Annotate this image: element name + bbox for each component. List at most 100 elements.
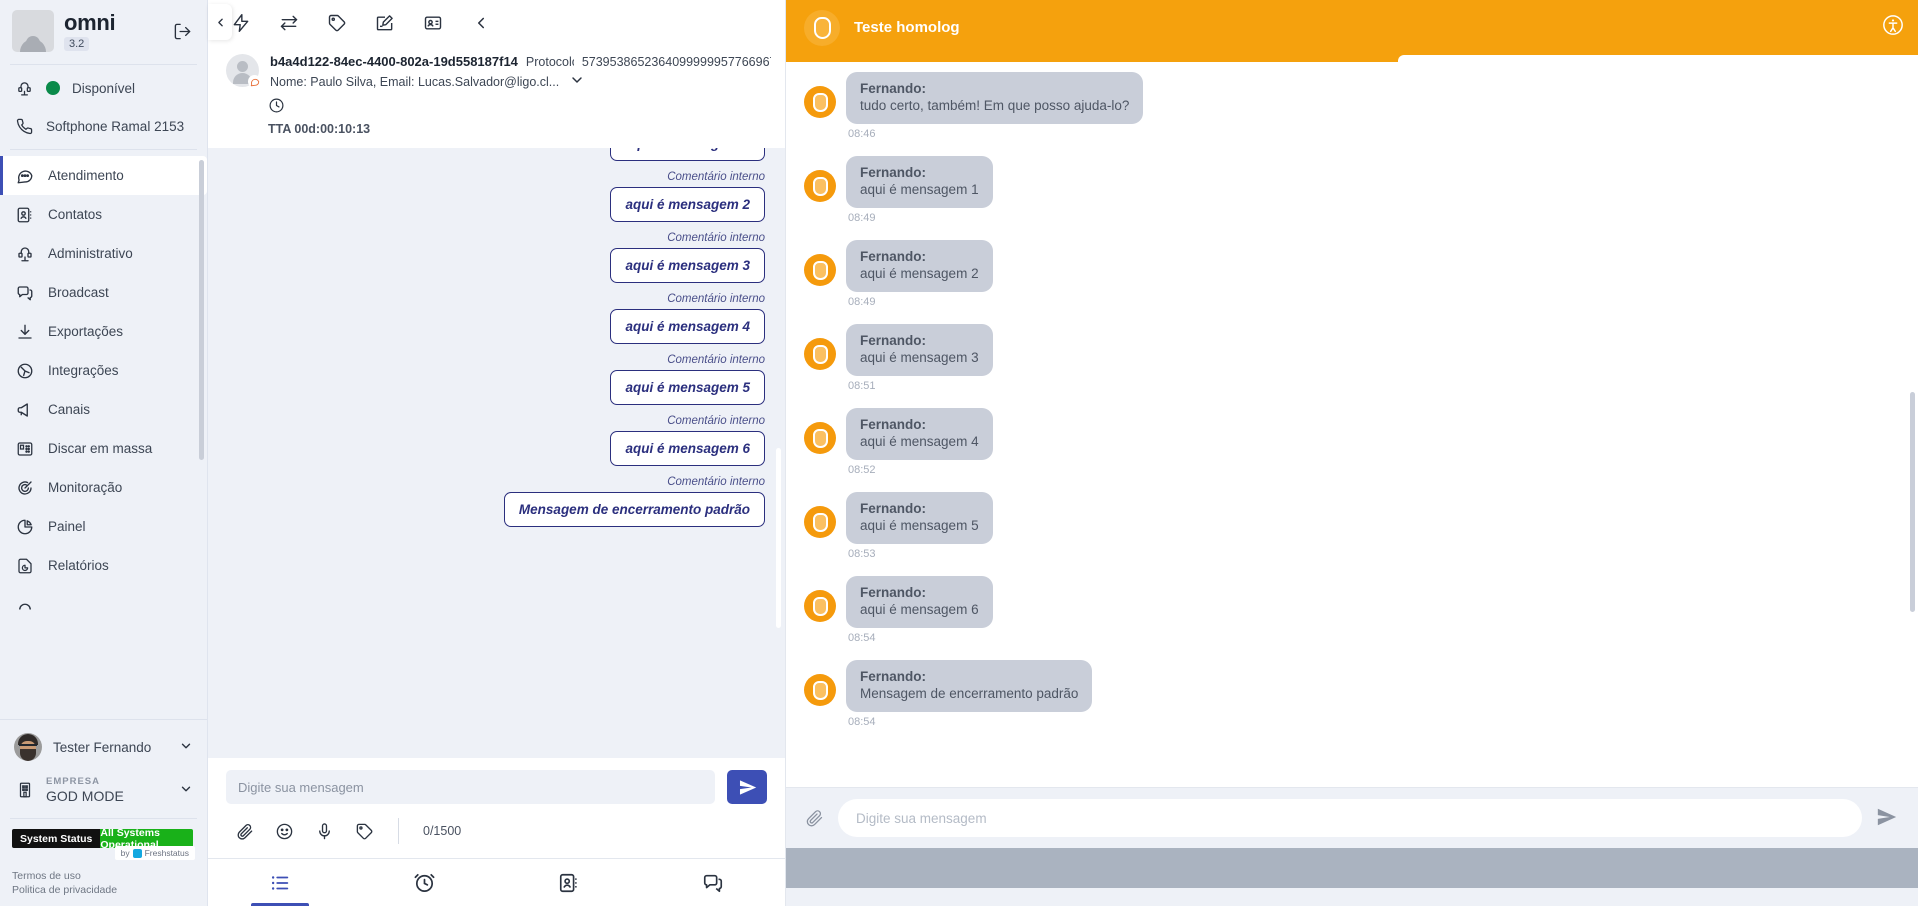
- widget-timestamp: 08:54: [848, 632, 876, 644]
- widget-text: aqui é mensagem 2: [860, 266, 979, 281]
- company-text: EMPRESA GOD MODE: [46, 776, 168, 804]
- tag-icon[interactable]: [326, 12, 348, 34]
- widget-message-col: Fernando: aqui é mensagem 5 08:53: [846, 492, 993, 570]
- widget-message: Fernando: aqui é mensagem 1 08:49: [804, 156, 1918, 234]
- system-status-wrap: System Status All Systems Operational by…: [0, 823, 207, 860]
- widget-avatar: [804, 170, 836, 202]
- widget-avatar: [804, 590, 836, 622]
- message-label: Comentário interno: [667, 171, 765, 183]
- message-item: Comentário interno aqui é mensagem 5: [228, 344, 765, 405]
- widget-timestamp: 08:52: [848, 464, 876, 476]
- widget-message: Fernando: aqui é mensagem 4 08:52: [804, 408, 1918, 486]
- terms-link[interactable]: Termos de uso: [12, 870, 195, 882]
- widget-avatar: [804, 506, 836, 538]
- widget-text: aqui é mensagem 1: [860, 182, 979, 197]
- sidebar-item-contatos[interactable]: Contatos: [0, 195, 207, 234]
- ticket-row: b4a4d122-84ec-4400-802a-19d558187f14 Pro…: [226, 54, 771, 91]
- widget-timestamp: 08:46: [848, 128, 876, 140]
- brand-avatar: [12, 10, 54, 52]
- send-button[interactable]: [727, 770, 767, 804]
- widget-bubble: Fernando: aqui é mensagem 2: [846, 240, 993, 292]
- admin-icon: [14, 243, 35, 264]
- status-badge-left: System Status: [12, 829, 101, 848]
- sidebar-item-discar-em-massa[interactable]: Discar em massa: [0, 429, 207, 468]
- widget-sender: Fernando:: [860, 417, 926, 432]
- sidebar-item-painel[interactable]: Painel: [0, 507, 207, 546]
- widget-message: Fernando: aqui é mensagem 3 08:51: [804, 324, 1918, 402]
- microphone-icon[interactable]: [314, 821, 334, 841]
- widget-header: Teste homolog: [786, 0, 1918, 55]
- privacy-link[interactable]: Politica de privacidade: [12, 884, 195, 896]
- avatar: [14, 733, 42, 761]
- message-bubble: aqui é mensagem 5: [610, 370, 765, 405]
- sidebar-item-relatorios[interactable]: Relatórios: [0, 546, 207, 585]
- partial-icon: [14, 594, 35, 615]
- accessibility-icon[interactable]: [1882, 14, 1904, 36]
- widget-sender: Fernando:: [860, 333, 926, 348]
- tab-contact[interactable]: [497, 859, 641, 906]
- send-icon[interactable]: [1876, 806, 1900, 830]
- tag-icon[interactable]: [354, 821, 374, 841]
- company-selector[interactable]: EMPRESA GOD MODE: [0, 770, 207, 814]
- sidebar-item-partial[interactable]: [0, 585, 207, 624]
- widget-sender: Fernando:: [860, 585, 926, 600]
- availability-status[interactable]: Disponível: [0, 69, 207, 107]
- user-menu[interactable]: Tester Fernando: [0, 724, 207, 770]
- widget-bubble: Fernando: aqui é mensagem 1: [846, 156, 993, 208]
- contact-card-icon[interactable]: [422, 12, 444, 34]
- widget-timestamp: 08:53: [848, 548, 876, 560]
- softphone-row[interactable]: Softphone Ramal 2153: [0, 107, 207, 145]
- divider: [10, 64, 197, 65]
- tab-alarm[interactable]: [352, 859, 496, 906]
- tab-chat[interactable]: [641, 859, 785, 906]
- user-name: Tester Fernando: [53, 739, 152, 755]
- tab-list[interactable]: [208, 859, 352, 906]
- sidebar-item-broadcast[interactable]: Broadcast: [0, 273, 207, 312]
- message-bubble: aqui é mensagem 3: [610, 248, 765, 283]
- sidebar-item-integracoes[interactable]: Integrações: [0, 351, 207, 390]
- bolt-icon[interactable]: [230, 12, 252, 34]
- note-edit-icon[interactable]: [374, 12, 396, 34]
- widget-sender: Fernando:: [860, 165, 926, 180]
- message-composer: 0/1500: [208, 758, 785, 858]
- sidebar-item-atendimento[interactable]: Atendimento: [0, 156, 207, 195]
- sidebar-item-administrativo[interactable]: Administrativo: [0, 234, 207, 273]
- widget-message-input[interactable]: [838, 799, 1862, 837]
- transfer-icon[interactable]: [278, 12, 300, 34]
- softphone-label: Softphone Ramal 2153: [46, 118, 185, 134]
- widget-avatar: [804, 674, 836, 706]
- emoji-icon[interactable]: [274, 821, 294, 841]
- widget-sender: Fernando:: [860, 81, 926, 96]
- widget-composer: [786, 787, 1918, 848]
- logout-icon[interactable]: [169, 18, 195, 44]
- widget-scrollbar[interactable]: [1910, 392, 1915, 612]
- widget-text: aqui é mensagem 5: [860, 518, 979, 533]
- chevron-down-icon[interactable]: [569, 72, 585, 91]
- attachment-icon[interactable]: [234, 821, 254, 841]
- attachment-icon[interactable]: [804, 808, 824, 828]
- sidebar-item-canais[interactable]: Canais: [0, 390, 207, 429]
- ticket-header: b4a4d122-84ec-4400-802a-19d558187f14 Pro…: [208, 46, 785, 148]
- tta-value: TTA 00d:00:10:13: [268, 122, 371, 136]
- target-icon: [14, 477, 35, 498]
- widget-timestamp: 08:49: [848, 212, 876, 224]
- widget-text: tudo certo, também! Em que posso ajuda-l…: [860, 98, 1130, 113]
- message-item: Comentário interno aqui é mensagem 3: [228, 222, 765, 283]
- message-input[interactable]: [226, 770, 715, 804]
- message-item: aqui é mensagem 1: [228, 148, 765, 161]
- chevron-left-icon[interactable]: [470, 12, 492, 34]
- widget-text: aqui é mensagem 4: [860, 434, 979, 449]
- message-list-scrollbar[interactable]: [776, 448, 781, 628]
- widget-sender: Fernando:: [860, 249, 926, 264]
- ticket-line-2: Nome: Paulo Silva, Email: Lucas.Salvador…: [270, 72, 771, 91]
- sidebar-item-exportacoes[interactable]: Exportações: [0, 312, 207, 351]
- collapse-sidebar-button[interactable]: [208, 4, 232, 40]
- widget-bubble: Fernando: tudo certo, também! Em que pos…: [846, 72, 1144, 124]
- widget-message-col: Fernando: aqui é mensagem 2 08:49: [846, 240, 993, 318]
- sidebar-scrollbar[interactable]: [199, 160, 204, 460]
- sidebar-item-monitoracao[interactable]: Monitoração: [0, 468, 207, 507]
- widget-sender: Fernando:: [860, 669, 926, 684]
- bottom-tab-bar: [208, 858, 785, 906]
- sidebar-item-label: Canais: [48, 402, 91, 417]
- widget-message: Fernando: tudo certo, também! Em que pos…: [804, 72, 1918, 150]
